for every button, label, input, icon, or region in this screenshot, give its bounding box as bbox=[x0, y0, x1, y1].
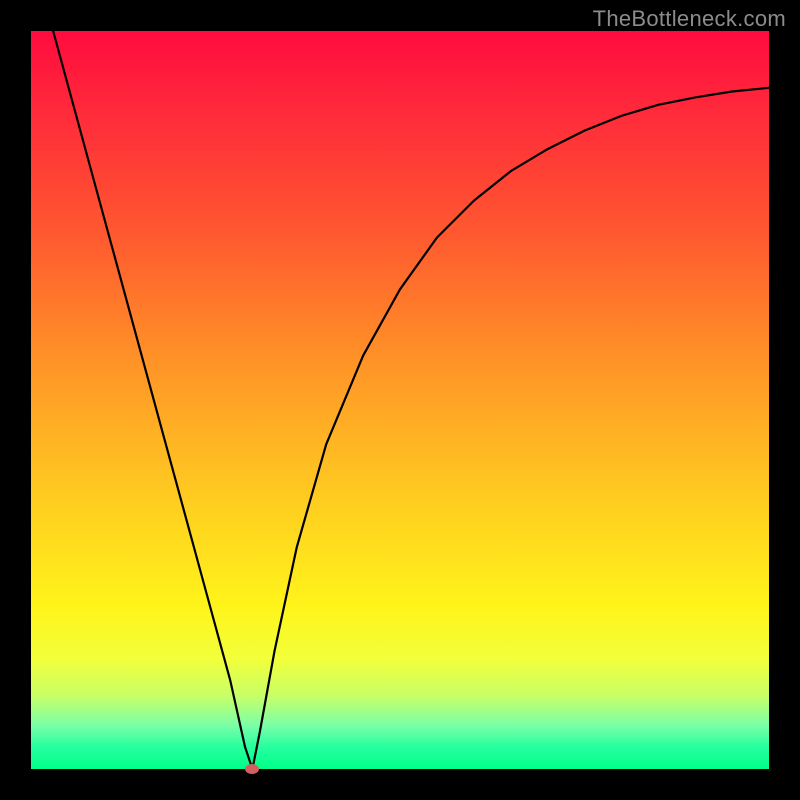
minimum-marker bbox=[245, 764, 259, 774]
chart-frame: TheBottleneck.com bbox=[0, 0, 800, 800]
bottleneck-curve bbox=[31, 31, 769, 769]
curve-svg bbox=[31, 31, 769, 769]
watermark-text: TheBottleneck.com bbox=[593, 6, 786, 32]
plot-area bbox=[31, 31, 769, 769]
